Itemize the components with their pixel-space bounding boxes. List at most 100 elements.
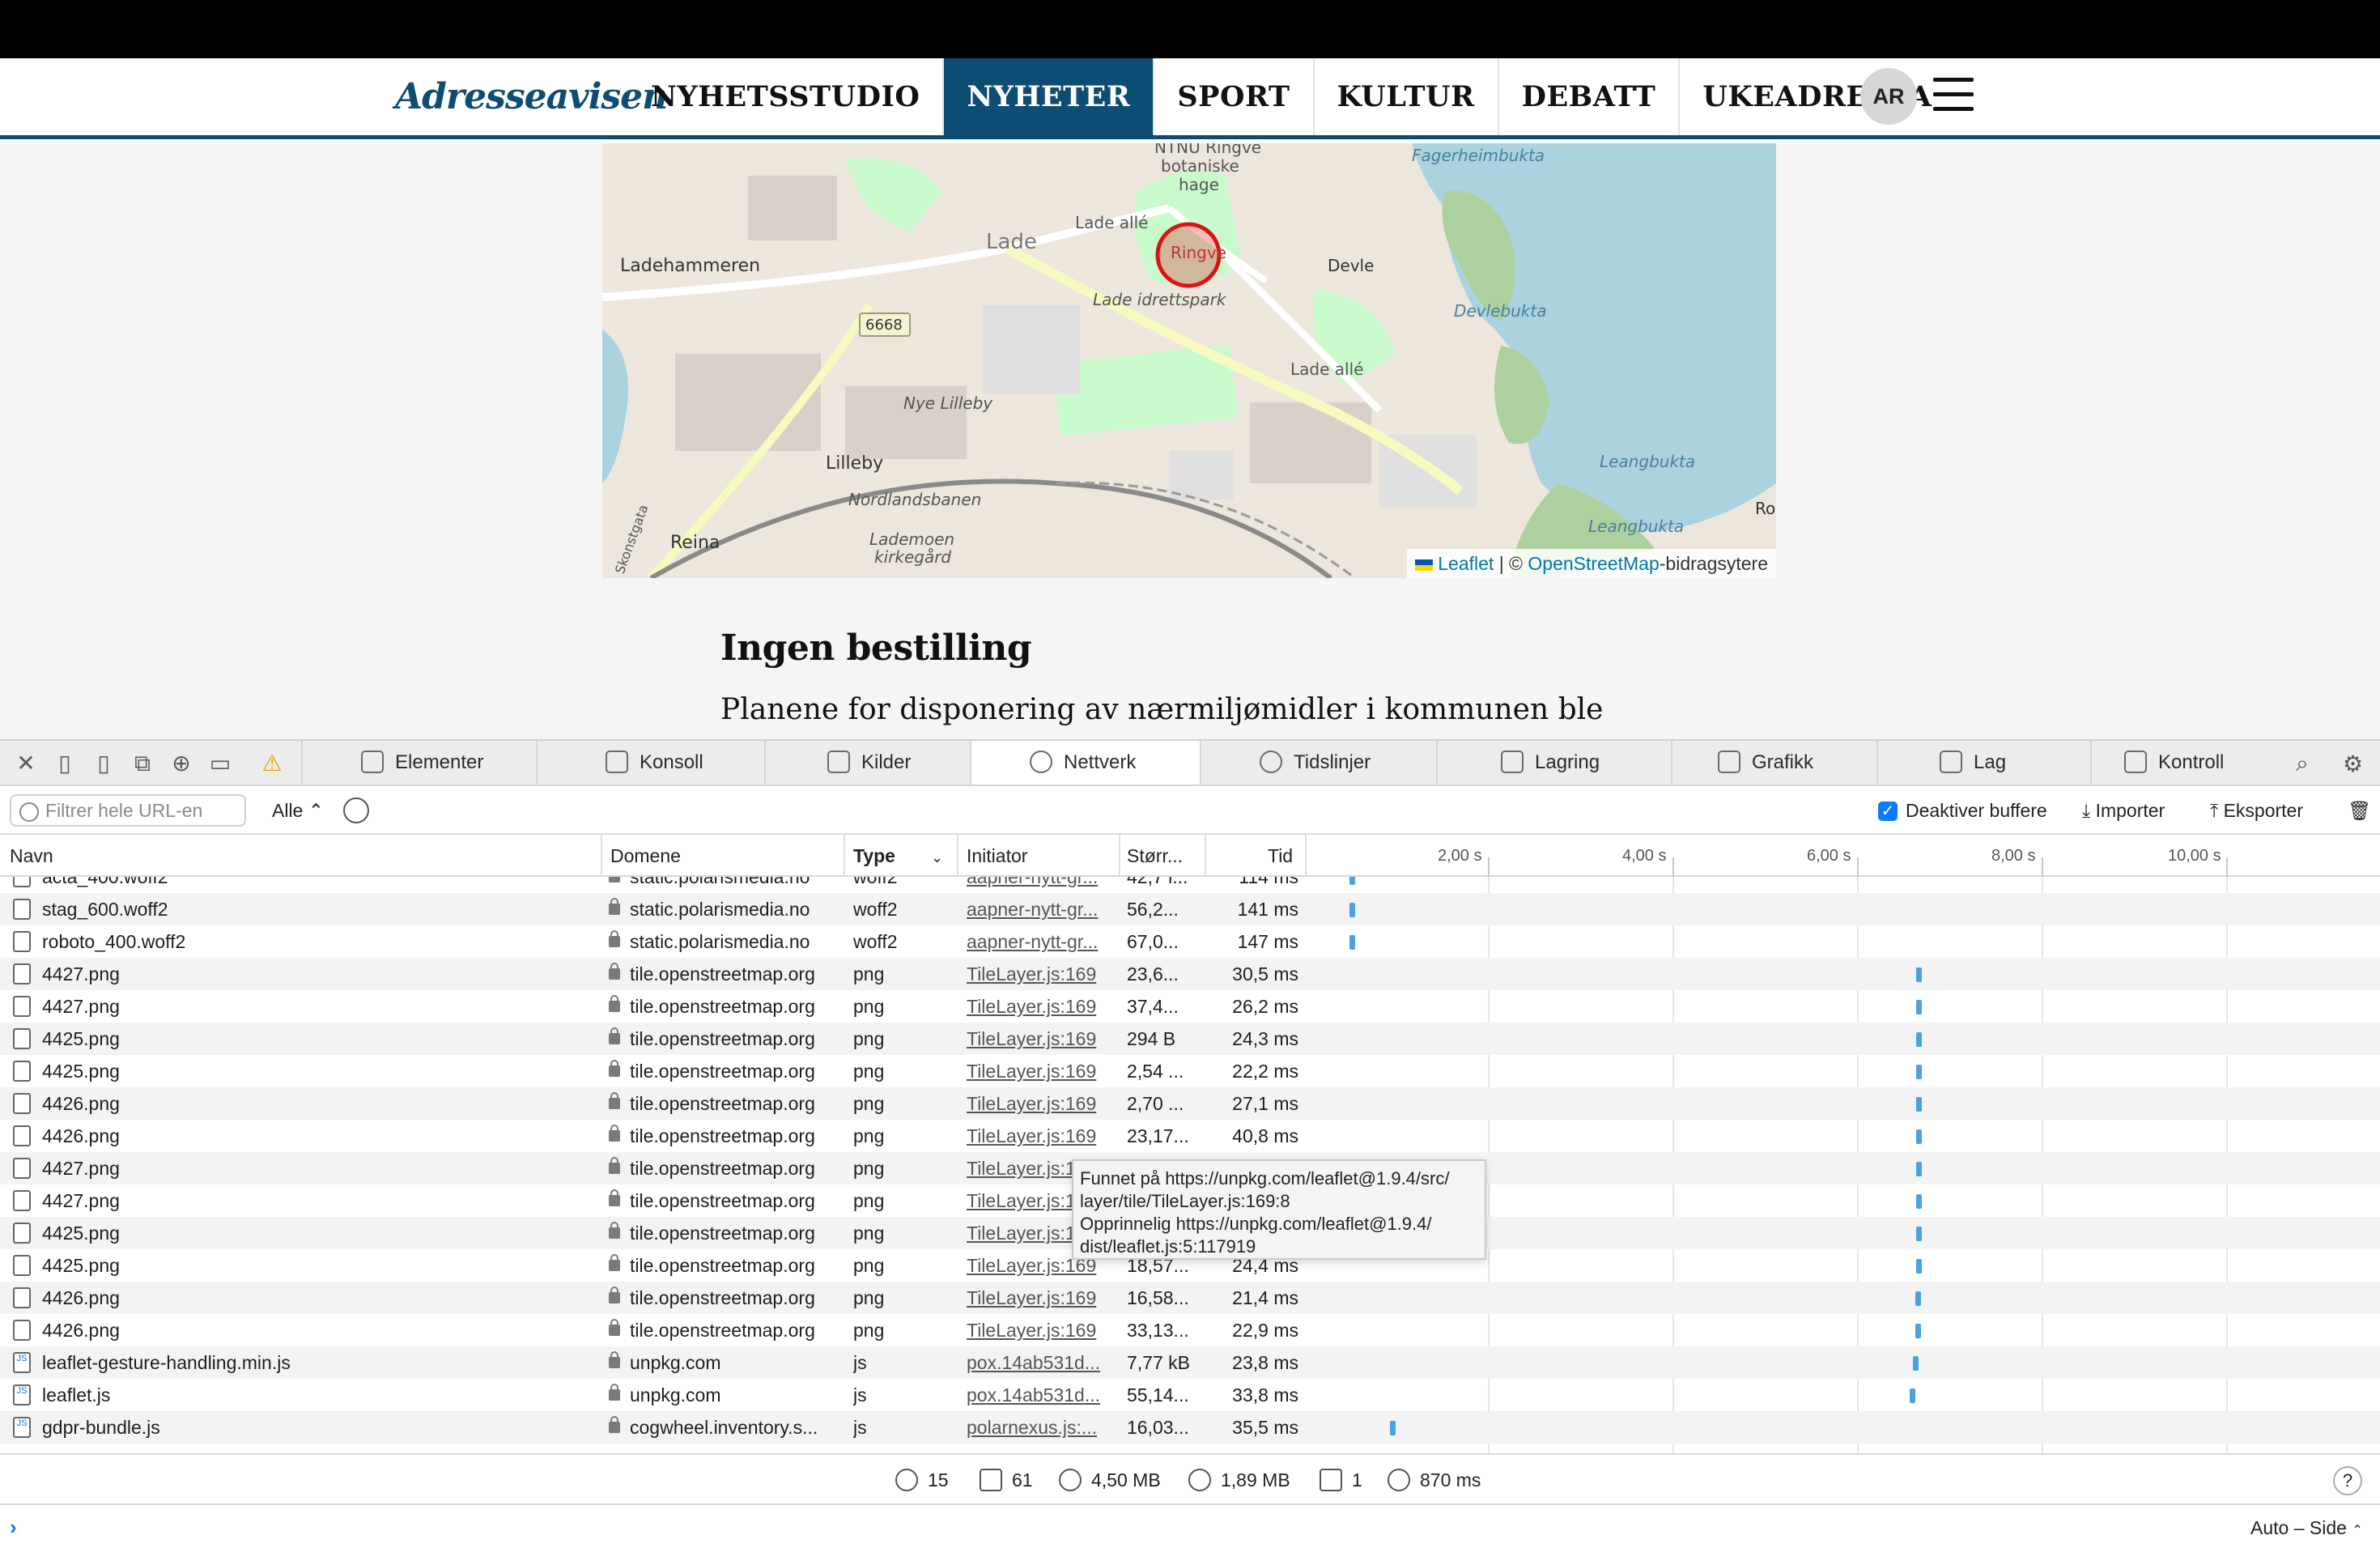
tab-grafikk[interactable]: Grafikk: [1671, 741, 1876, 785]
nav-item-debatt[interactable]: DEBATT: [1499, 58, 1681, 135]
table-row[interactable]: 4427.png tile.openstreetmap.org png TileLay…: [0, 990, 2380, 1023]
device-icon[interactable]: ▭: [207, 751, 233, 776]
close-icon[interactable]: ✕: [13, 751, 39, 776]
request-initiator-link[interactable]: aapner-nytt-gr...: [967, 925, 1112, 958]
gear-icon[interactable]: ⚙: [2343, 751, 2363, 777]
filter-options-icon[interactable]: [343, 797, 369, 823]
table-row[interactable]: 4426.png tile.openstreetmap.org png TileLay…: [0, 1282, 2380, 1314]
element-picker-icon[interactable]: ⊕: [168, 751, 194, 776]
table-row[interactable]: 4426.png tile.openstreetmap.org png TileLay…: [0, 1120, 2380, 1152]
help-button[interactable]: ?: [2333, 1466, 2362, 1495]
request-name: 4425.png: [42, 1061, 120, 1082]
request-initiator-link[interactable]: aapner-nytt-gr...: [967, 877, 1112, 893]
column-header-time[interactable]: Tid: [1268, 835, 1293, 877]
request-type: png: [853, 1158, 885, 1179]
waterfall-bar: [1349, 877, 1355, 885]
disable-cache-checkbox[interactable]: ✓: [1878, 802, 1898, 821]
timelines-icon: [1260, 750, 1282, 773]
import-button[interactable]: ⤓ Importer: [2082, 794, 2165, 827]
column-header-type[interactable]: Type ⌄: [853, 835, 943, 877]
request-initiator-link[interactable]: TileLayer.js:169: [967, 1314, 1112, 1346]
request-initiator-link[interactable]: aapner-nytt-gr...: [967, 893, 1112, 925]
export-button[interactable]: ⤒ Eksporter: [2210, 794, 2303, 827]
table-row[interactable]: JS leaflet-gesture-handling.min.js unpkg.c…: [0, 1346, 2380, 1379]
warning-icon[interactable]: ⚠: [259, 751, 285, 776]
request-initiator-link[interactable]: TileLayer.js:169: [967, 1087, 1112, 1120]
tab-lag[interactable]: Lag: [1876, 741, 2090, 785]
table-row[interactable]: 4427.png tile.openstreetmap.org png TileLay…: [0, 958, 2380, 990]
nav-item-nyheter[interactable]: NYHETER: [944, 58, 1155, 135]
request-initiator-link[interactable]: pox.14ab531d...: [967, 1379, 1112, 1411]
request-domain: static.polarismedia.no: [630, 877, 810, 887]
column-header-name[interactable]: Navn: [10, 835, 53, 877]
column-header-domain[interactable]: Domene: [610, 835, 681, 877]
clear-log-icon[interactable]: 🗑: [2348, 794, 2371, 827]
user-avatar[interactable]: AR: [1860, 68, 1917, 125]
image-file-icon: [13, 1028, 31, 1049]
detach-window-icon[interactable]: ⧉: [130, 751, 155, 776]
request-name: gdpr-bundle.js: [42, 1417, 160, 1438]
request-initiator-link[interactable]: TileLayer.js:169: [967, 1055, 1112, 1087]
leaflet-link[interactable]: Leaflet: [1438, 553, 1494, 574]
table-row[interactable]: JS gdpr-bundle.js cogwheel.inventory.s... j…: [0, 1411, 2380, 1444]
request-initiator-link[interactable]: TileLayer.js:169: [967, 990, 1112, 1023]
waterfall-bar: [1913, 1356, 1919, 1371]
tab-tidslinjer[interactable]: Tidslinjer: [1200, 741, 1436, 785]
quick-console[interactable]: › Auto – Side ⌃: [0, 1503, 2380, 1548]
nav-item-nyhetsstudio[interactable]: NYHETSSTUDIO: [628, 58, 945, 135]
type-filter-select[interactable]: Alle ⌃: [272, 794, 324, 827]
table-row[interactable]: 4426.png tile.openstreetmap.org png TileLay…: [0, 1087, 2380, 1120]
waterfall-bar: [1915, 1291, 1921, 1306]
request-initiator-link[interactable]: TileLayer.js:169: [967, 958, 1112, 990]
request-domain: tile.openstreetmap.org: [630, 996, 815, 1017]
request-domain: tile.openstreetmap.org: [630, 1255, 815, 1276]
lock-icon: [609, 1222, 620, 1239]
article-paragraph: Planene for disponering av nærmiljømidle…: [720, 693, 1604, 739]
nav-item-sport[interactable]: SPORT: [1154, 58, 1315, 135]
leaflet-map[interactable]: NTNU Ringve botaniske hage Fagerheimbukt…: [602, 143, 1776, 578]
table-row[interactable]: 4425.png tile.openstreetmap.org png TileLay…: [0, 1023, 2380, 1055]
nav-item-kultur[interactable]: KULTUR: [1315, 58, 1499, 135]
dock-left-icon[interactable]: ▯: [52, 751, 78, 776]
table-row[interactable]: 4425.png tile.openstreetmap.org png TileLay…: [0, 1055, 2380, 1087]
map-label: botaniske: [1161, 156, 1239, 176]
tab-elementer[interactable]: Elementer: [301, 741, 536, 785]
image-file-icon: [13, 1223, 31, 1244]
osm-link[interactable]: OpenStreetMap: [1528, 553, 1659, 574]
request-initiator-link[interactable]: TileLayer.js:169: [967, 1282, 1112, 1314]
request-type: png: [853, 1093, 885, 1114]
request-initiator-link[interactable]: pox.14ab531d...: [967, 1346, 1112, 1379]
lock-icon: [609, 1351, 620, 1368]
tab-konsoll[interactable]: Konsoll: [536, 741, 764, 785]
request-type: png: [853, 1287, 885, 1308]
execution-context-select[interactable]: Auto – Side ⌃: [2250, 1505, 2363, 1548]
tab-nettverk[interactable]: Nettverk: [970, 741, 1200, 785]
dock-right-icon[interactable]: ▯: [91, 751, 117, 776]
table-row[interactable]: acta_400.woff2 static.polarismedia.no woff…: [0, 877, 2380, 893]
column-header-size[interactable]: Størr...: [1127, 835, 1183, 877]
tab-kontroll[interactable]: Kontroll: [2090, 741, 2302, 785]
disable-cache-label[interactable]: Deaktiver buffere: [1906, 794, 2047, 827]
table-row[interactable]: 4426.png tile.openstreetmap.org png TileLay…: [0, 1314, 2380, 1346]
request-time: 23,8 ms: [1232, 1352, 1298, 1373]
url-filter-input[interactable]: Filtrer hele URL-en: [10, 794, 246, 827]
request-initiator-link[interactable]: TileLayer.js:169: [967, 1023, 1112, 1055]
search-icon[interactable]: ⌕: [2296, 751, 2309, 777]
site-logo[interactable]: Adresseavisen: [395, 71, 668, 123]
waterfall-bar: [1916, 1097, 1922, 1112]
tab-kilder[interactable]: Kilder: [764, 741, 970, 785]
request-initiator-link[interactable]: TileLayer.js:169: [967, 1120, 1112, 1152]
menu-icon[interactable]: [1933, 78, 1974, 115]
request-name: 4426.png: [42, 1125, 120, 1146]
column-header-initiator[interactable]: Initiator: [967, 835, 1027, 877]
tab-lagring[interactable]: Lagring: [1436, 741, 1671, 785]
table-row[interactable]: stag_600.woff2 static.polarismedia.no woff…: [0, 893, 2380, 925]
table-row[interactable]: JS leaflet.js unpkg.com js pox.14ab531d... 55…: [0, 1379, 2380, 1411]
request-initiator-link[interactable]: polarnexus.js:...: [967, 1411, 1112, 1444]
initiator-tooltip: Funnet på https://unpkg.com/leaflet@1.9.…: [1072, 1159, 1486, 1260]
table-row[interactable]: roboto_400.woff2 static.polarismedia.no wo…: [0, 925, 2380, 958]
font-file-icon: [13, 877, 31, 887]
lock-icon: [609, 1189, 620, 1206]
lock-icon: [609, 898, 620, 915]
top-system-strip: [0, 0, 2380, 58]
